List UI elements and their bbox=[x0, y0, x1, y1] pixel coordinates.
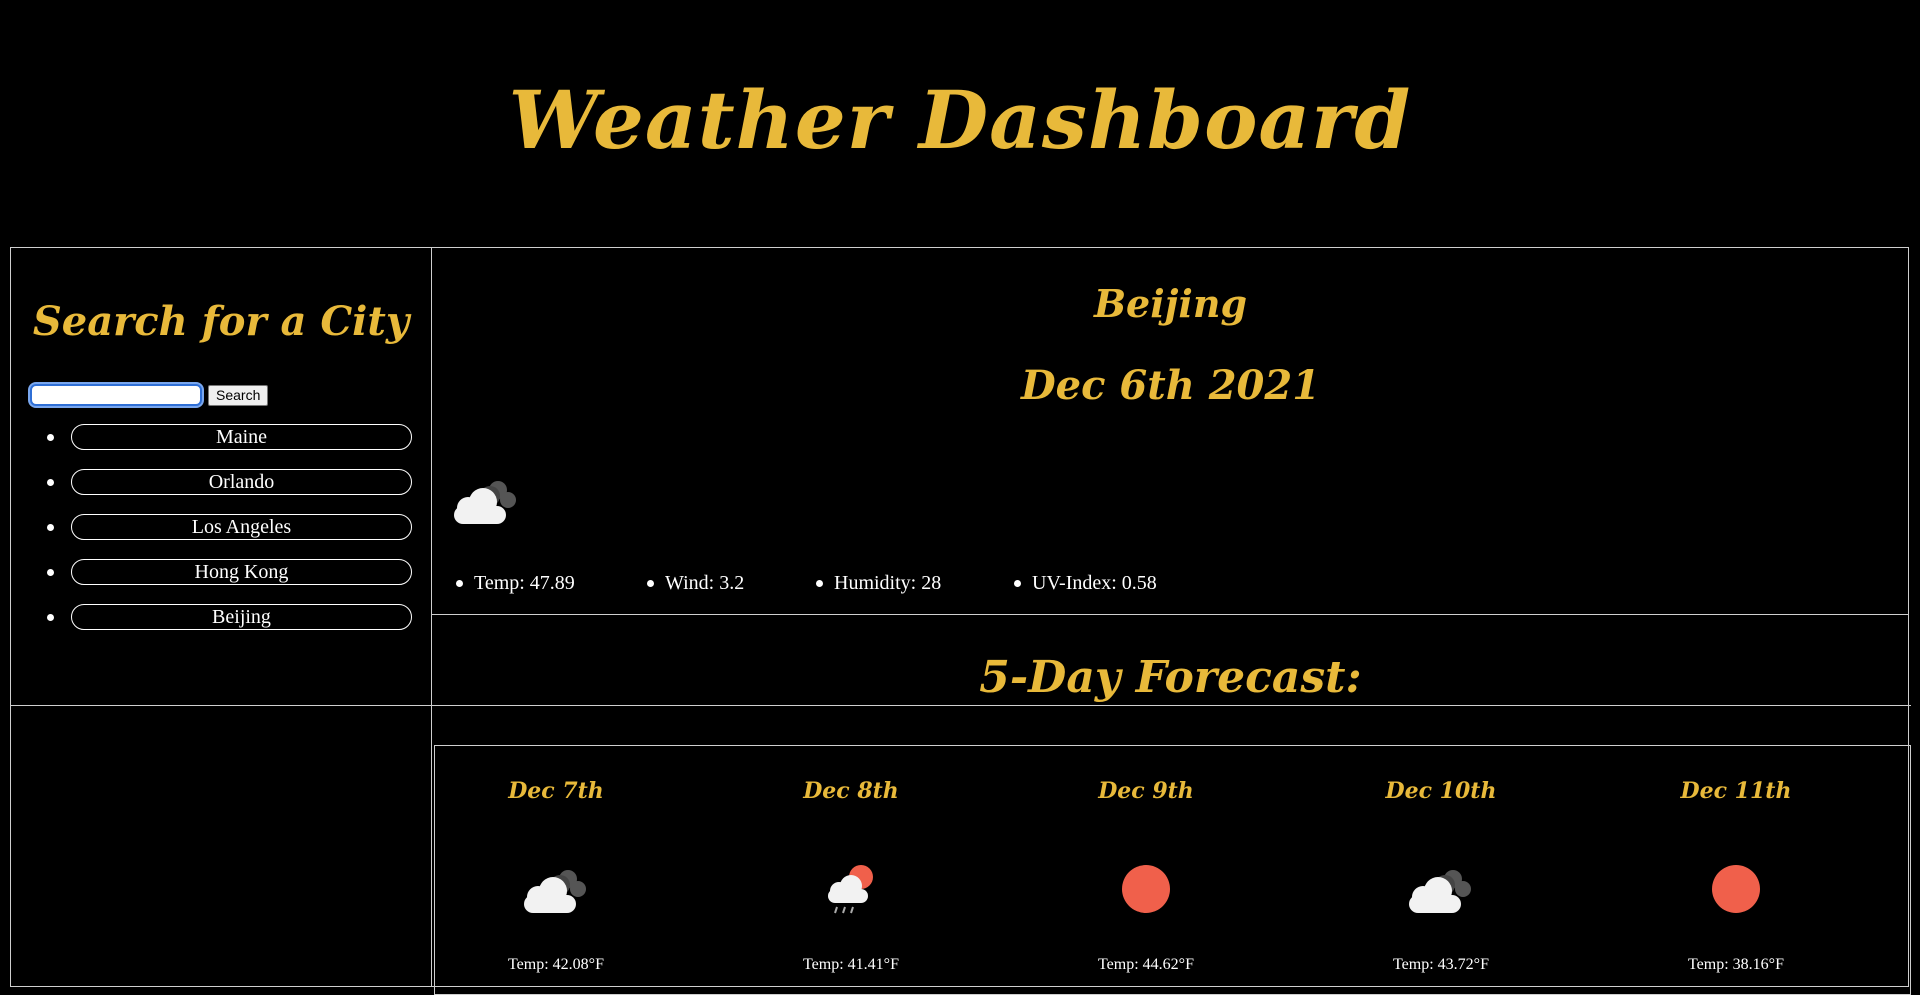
uv-index-stat: UV-Index: 0.58 bbox=[1014, 568, 1157, 598]
cloudy-icon bbox=[1403, 859, 1479, 924]
list-item: Beijing bbox=[0, 604, 420, 630]
search-row: Search bbox=[30, 384, 269, 406]
city-button-beijing[interactable]: Beijing bbox=[71, 604, 412, 630]
list-item: Maine bbox=[0, 424, 420, 450]
rain-sun-icon bbox=[821, 859, 881, 924]
forecast-divider bbox=[10, 705, 1911, 706]
city-button-maine[interactable]: Maine bbox=[71, 424, 412, 450]
bullet-icon bbox=[47, 434, 54, 441]
sidebar-title: Search for a City bbox=[32, 298, 410, 345]
bullet-icon bbox=[47, 524, 54, 531]
search-input[interactable] bbox=[30, 384, 202, 406]
bullet-icon bbox=[47, 614, 54, 621]
sun-icon bbox=[1116, 859, 1176, 924]
city-button-orlando[interactable]: Orlando bbox=[71, 469, 412, 495]
cloudy-icon bbox=[448, 470, 524, 530]
bullet-icon bbox=[47, 569, 54, 576]
forecast-date: Dec 9th bbox=[1098, 778, 1194, 804]
temp-stat: Temp: 47.89 bbox=[456, 568, 575, 598]
list-item: Hong Kong bbox=[0, 559, 420, 585]
humidity-stat: Humidity: 28 bbox=[815, 568, 941, 598]
forecast-date: Dec 11th bbox=[1680, 778, 1792, 804]
city-button-hong-kong[interactable]: Hong Kong bbox=[71, 559, 412, 585]
sun-icon bbox=[1706, 859, 1766, 924]
search-button[interactable]: Search bbox=[208, 384, 269, 406]
forecast-date: Dec 8th bbox=[803, 778, 899, 804]
forecast-temp: Temp: 42.08°F bbox=[508, 956, 604, 973]
forecast-date: Dec 10th bbox=[1385, 778, 1497, 804]
forecast-temp: Temp: 41.41°F bbox=[803, 956, 899, 973]
forecast-temp: Temp: 44.62°F bbox=[1098, 956, 1194, 973]
city-history-list: Maine Orlando Los Angeles Hong Kong Beij… bbox=[0, 424, 420, 649]
bullet-icon bbox=[47, 479, 54, 486]
list-item: Los Angeles bbox=[0, 514, 420, 540]
cloudy-icon bbox=[518, 859, 594, 924]
forecast-date: Dec 7th bbox=[508, 778, 604, 804]
forecast-temp: Temp: 43.72°F bbox=[1393, 956, 1489, 973]
city-button-los-angeles[interactable]: Los Angeles bbox=[71, 514, 412, 540]
page-title: Weather Dashboard bbox=[508, 73, 1412, 167]
list-item: Orlando bbox=[0, 469, 420, 495]
forecast-temp: Temp: 38.16°F bbox=[1688, 956, 1784, 973]
forecast-title: 5-Day Forecast: bbox=[979, 652, 1362, 703]
wind-stat: Wind: 3.2 bbox=[646, 568, 744, 598]
current-date: Dec 6th 2021 bbox=[1020, 362, 1321, 409]
current-city-name: Beijing bbox=[1093, 281, 1248, 326]
